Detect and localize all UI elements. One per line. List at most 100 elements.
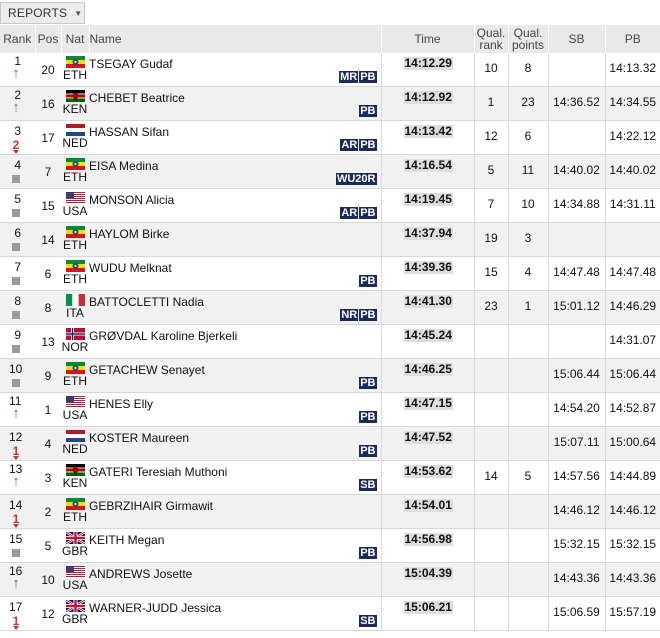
athlete-name-link[interactable]: KEITH Megan — [89, 533, 164, 547]
qual-rank-cell — [473, 528, 508, 563]
nat-cell: GBR — [61, 528, 89, 563]
reports-label: REPORTS — [8, 6, 68, 20]
athlete-name-link[interactable]: CHEBET Beatrice — [89, 91, 185, 105]
table-row[interactable]: 14 1 2 ETH GEBRZIHAIR Girmawit 14:54.01 … — [0, 494, 660, 529]
athlete-name-link[interactable]: WARNER-JUDD Jessica — [89, 601, 221, 615]
table-row[interactable]: 1 20 ETH TSEGAY Gudaf MRPB 14:12.29 10 8… — [0, 53, 660, 87]
qual-rank-cell: 7 — [473, 188, 508, 223]
qual-rank-cell: 10 — [473, 53, 508, 87]
pb-cell: 15:00.64 — [604, 426, 660, 461]
qual-rank-cell: 5 — [473, 154, 508, 189]
rank-cell: 2 — [0, 86, 35, 121]
personal-best-value: 15:32.15 — [609, 536, 657, 551]
qual-rank-value: 14 — [484, 468, 498, 483]
athlete-name-link[interactable]: EISA Medina — [89, 159, 158, 173]
col-header-pb[interactable]: PB — [604, 25, 660, 53]
pb-cell: 14:52.87 — [604, 392, 660, 427]
col-header-pos[interactable]: Pos — [34, 25, 61, 53]
table-row[interactable]: 12 1 4 NED KOSTER Maureen PB 14:47.52 15… — [0, 426, 660, 461]
rank-value: 10 — [9, 361, 23, 376]
athlete-name-link[interactable]: GEBRZIHAIR Girmawit — [89, 499, 213, 513]
table-row[interactable]: 5 15 USA MONSON Alicia AR PB 14:19.45 7 1… — [0, 188, 660, 223]
arrow-down-icon: 1 — [9, 444, 23, 460]
pos-cell: 1 — [35, 392, 61, 427]
col-header-nat[interactable]: Nat — [60, 25, 89, 53]
athlete-name-link[interactable]: MONSON Alicia — [89, 193, 174, 207]
athlete-name-link[interactable]: ANDREWS Josette — [89, 567, 192, 581]
country-flag-icon — [65, 532, 85, 544]
table-row[interactable]: 11 1 USA HENES Elly PB 14:47.15 14:54.20… — [0, 392, 660, 427]
col-header-qual-rank[interactable]: Qual. rank — [473, 25, 508, 53]
arrow-up-icon — [9, 476, 23, 493]
time-cell: 14:53.62 — [380, 460, 474, 495]
table-row[interactable]: 9 13 NOR GRØVDAL Karoline Bjerkeli 14:45… — [0, 324, 660, 359]
athlete-name-link[interactable]: GRØVDAL Karoline Bjerkeli — [89, 329, 237, 343]
qual-rank-cell — [473, 324, 508, 359]
col-header-qual-points[interactable]: Qual. points — [507, 25, 548, 53]
qual-points-value: 6 — [524, 128, 532, 143]
time-cell: 15:04.39 — [380, 562, 474, 597]
name-cell: CHEBET Beatrice PB — [89, 86, 381, 121]
pos-cell: 2 — [35, 494, 61, 529]
pb-cell: 14:13.32 — [604, 53, 660, 87]
country-flag-icon — [65, 90, 85, 102]
table-row[interactable]: 15 5 GBR KEITH Megan PB 14:56.98 15:32.1… — [0, 528, 660, 563]
athlete-name-link[interactable]: BATTOCLETTI Nadia — [89, 295, 204, 309]
athlete-name-link[interactable]: GATERI Teresiah Muthoni — [89, 465, 227, 479]
athlete-name-link[interactable]: HASSAN Sifan — [89, 125, 169, 139]
table-row[interactable]: 4 7 ETH EISA Medina WU20R 14:16.54 5 11 … — [0, 154, 660, 189]
table-row[interactable]: 6 14 ETH HAYLOM Birke 14:37.94 19 3 — [0, 222, 660, 257]
name-cell: KEITH Megan PB — [89, 528, 381, 563]
season-best-value: 14:57.56 — [553, 468, 600, 483]
country-flag-icon — [65, 600, 85, 612]
qual-rank-value: 10 — [484, 60, 498, 75]
table-row[interactable]: 10 9 ETH GETACHEW Senayet PB 14:46.25 15… — [0, 358, 660, 393]
personal-best-value: 14:31.11 — [609, 196, 656, 211]
sb-cell: 14:46.12 — [547, 494, 605, 529]
country-flag-icon — [65, 192, 85, 204]
qual-rank-cell — [473, 494, 508, 529]
record-badges: AR PB — [339, 207, 377, 219]
rank-cell: 1 — [0, 53, 35, 87]
record-badge: PB — [359, 377, 377, 389]
season-best-value: 14:40.02 — [553, 162, 600, 177]
qual-points-value: 3 — [524, 230, 532, 245]
name-cell: GETACHEW Senayet PB — [89, 358, 381, 393]
table-row[interactable]: 7 6 ETH WUDU Melknat PB 14:39.36 15 4 14… — [0, 256, 660, 291]
athlete-name-link[interactable]: HAYLOM Birke — [89, 227, 169, 241]
nat-cell: ETH — [61, 222, 89, 257]
athlete-name-link[interactable]: KOSTER Maureen — [89, 431, 189, 445]
time-cell: 14:54.01 — [380, 494, 474, 529]
record-badges: AR PB — [339, 139, 377, 151]
name-cell: KOSTER Maureen PB — [89, 426, 381, 461]
qual-points-value: 5 — [524, 468, 532, 483]
nat-cell: ETH — [61, 358, 89, 393]
col-header-name[interactable]: Name — [88, 25, 381, 53]
table-row[interactable]: 13 3 KEN GATERI Teresiah Muthoni SB 14:5… — [0, 460, 660, 495]
athlete-name-link[interactable]: TSEGAY Gudaf — [89, 57, 173, 71]
sb-cell: 14:36.52 — [547, 86, 605, 121]
nat-cell: ETH — [61, 53, 89, 87]
sb-cell: 15:06.59 — [547, 596, 605, 631]
col-header-time[interactable]: Time — [380, 25, 474, 53]
table-row[interactable]: 2 16 KEN CHEBET Beatrice PB 14:12.92 1 2… — [0, 86, 660, 121]
table-row[interactable]: 17 1 12 GBR WARNER-JUDD Jessica SB 15:06… — [0, 596, 660, 631]
sb-cell — [547, 222, 605, 257]
col-header-sb[interactable]: SB — [547, 25, 605, 53]
athlete-name-link[interactable]: GETACHEW Senayet — [89, 363, 205, 377]
athlete-name-link[interactable]: HENES Elly — [89, 397, 153, 411]
reports-dropdown-button[interactable]: REPORTS ▼ — [0, 2, 85, 24]
athlete-name-link[interactable]: WUDU Melknat — [89, 261, 172, 275]
qual-points-cell — [507, 426, 548, 461]
qual-points-value: 8 — [524, 60, 532, 75]
table-row[interactable]: 8 8 ITA BATTOCLETTI Nadia NR PB 14:41.30 … — [0, 290, 660, 325]
table-row[interactable]: 3 2 17 NED HASSAN Sifan AR PB 14:13.42 12… — [0, 120, 660, 155]
arrow-down-icon: 2 — [9, 138, 23, 154]
personal-best-value: 14:47.48 — [609, 264, 657, 279]
nat-cell: KEN — [61, 86, 89, 121]
result-time: 15:06.21 — [403, 600, 453, 614]
col-header-rank[interactable]: Rank — [0, 25, 35, 53]
season-best-value: 15:06.44 — [553, 366, 600, 381]
qual-rank-value: 12 — [484, 128, 498, 143]
table-row[interactable]: 16 10 USA ANDREWS Josette 15:04.39 14:43… — [0, 562, 660, 597]
